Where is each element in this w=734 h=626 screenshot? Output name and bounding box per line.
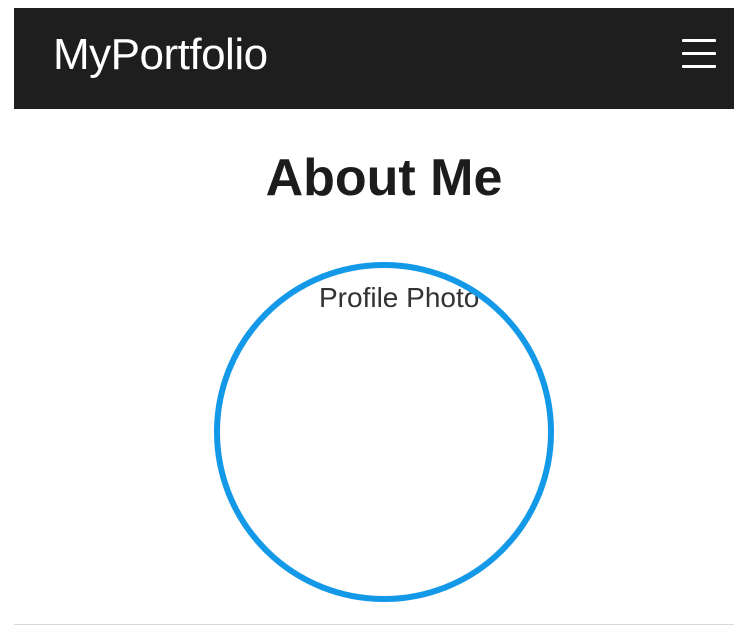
section-divider xyxy=(14,624,734,625)
menu-bar-top xyxy=(682,39,716,42)
site-brand[interactable]: MyPortfolio xyxy=(53,30,268,79)
profile-photo: Profile Photo xyxy=(214,262,554,602)
menu-bar-middle xyxy=(682,52,716,55)
profile-photo-alt-text: Profile Photo xyxy=(319,282,480,313)
menu-bar-bottom xyxy=(682,65,716,68)
about-me-title: About Me xyxy=(265,149,503,207)
page: MyPortfolio About Me Profile Photo xyxy=(0,0,734,626)
hamburger-menu-icon[interactable] xyxy=(682,36,716,70)
top-navbar: MyPortfolio xyxy=(14,8,734,109)
